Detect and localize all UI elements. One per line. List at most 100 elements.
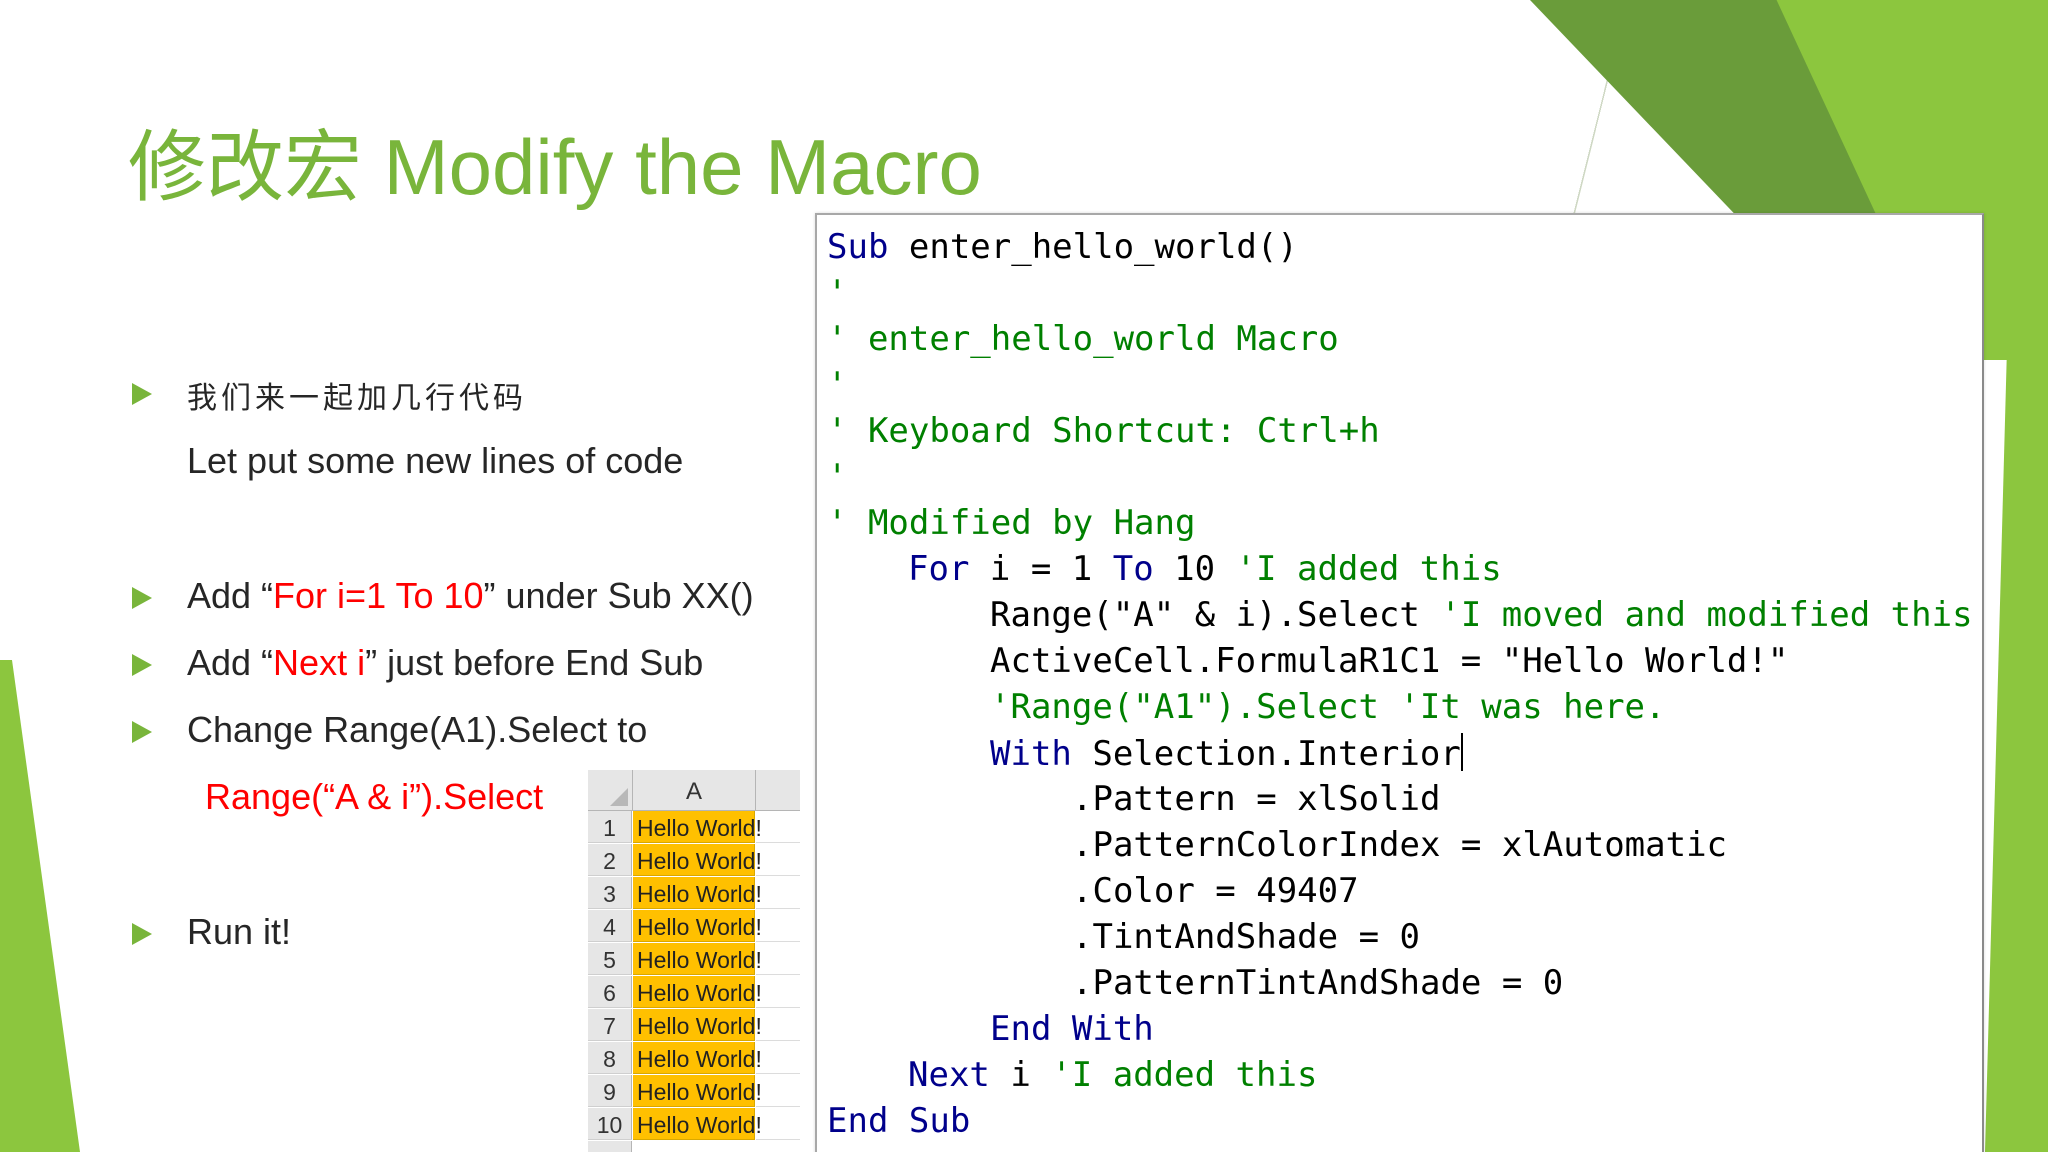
column-header-a[interactable]: A xyxy=(633,770,756,811)
corner-triangle-icon xyxy=(610,788,628,806)
code-keyword: Next xyxy=(908,1055,990,1095)
sheet-cell[interactable]: Hello World! xyxy=(633,844,762,876)
code-line-20: End Sub xyxy=(827,1101,971,1141)
code-line-5: ' Keyboard Shortcut: Ctrl+h xyxy=(827,411,1380,451)
code-line-7: ' Modified by Hang xyxy=(827,503,1196,543)
row-number[interactable]: 1 xyxy=(588,811,632,843)
code-line-6: ' xyxy=(827,457,848,497)
code-text: 10 xyxy=(1153,549,1236,589)
sheet-cell-empty[interactable] xyxy=(756,877,800,909)
code-line-11: 'Range("A1").Select 'It was here. xyxy=(990,687,1666,727)
code-line-9: Range("A" & i).Select 'I moved and modif… xyxy=(990,595,1973,635)
sheet-cell-empty[interactable] xyxy=(756,943,800,975)
select-all-corner[interactable] xyxy=(588,770,633,811)
bullet-4-highlight: Range(“A & i”).Select xyxy=(205,776,544,817)
code-line-4: ' xyxy=(827,365,848,405)
sheet-cell-empty[interactable] xyxy=(756,976,800,1008)
code-line-1: Sub enter_hello_world() xyxy=(827,227,1298,267)
code-line-19: Next i 'I added this xyxy=(908,1055,1317,1095)
row-number[interactable]: 4 xyxy=(588,910,632,942)
sheet-cell[interactable]: Hello World! xyxy=(633,877,762,909)
bullet-2-prefix: Add “ xyxy=(187,575,274,616)
row-number[interactable]: 10 xyxy=(588,1108,632,1140)
sheet-cell-empty[interactable] xyxy=(756,910,800,942)
bullet-1-chinese: 我们来一起加几行代码 xyxy=(187,381,527,416)
bullet-3-suffix: ” just before End Sub xyxy=(365,642,704,683)
code-text: enter_hello_world() xyxy=(888,227,1298,267)
sheet-row: 5 Hello World! xyxy=(588,943,800,975)
code-line-14: .PatternColorIndex = xlAutomatic xyxy=(1072,825,1728,865)
code-line-12: With Selection.Interior xyxy=(990,733,1463,774)
decorative-wedge-left xyxy=(0,660,80,1152)
slide-title: 修改宏 Modify the Macro xyxy=(128,123,982,211)
bullet-1-english: Let put some new lines of code xyxy=(187,440,684,481)
bullet-3: Add “Next i” just before End Sub xyxy=(187,642,703,684)
bullet-arrow-icon xyxy=(132,721,152,743)
sheet-cell[interactable]: Hello World! xyxy=(633,1108,762,1140)
sheet-row: 1 Hello World! xyxy=(588,811,800,843)
sheet-cell[interactable]: Hello World! xyxy=(633,1042,762,1074)
sheet-row: 3 Hello World! xyxy=(588,877,800,909)
code-line-13: .Pattern = xlSolid xyxy=(1072,779,1441,819)
sheet-row: 4 Hello World! xyxy=(588,910,800,942)
bullet-4: Change Range(A1).Select to xyxy=(187,709,648,750)
code-line-15: .Color = 49407 xyxy=(1072,871,1359,911)
code-text: Selection.Interior xyxy=(1071,734,1461,774)
sheet-row-partial xyxy=(588,1141,800,1152)
sheet-cell-empty[interactable] xyxy=(756,844,800,876)
sheet-cell[interactable]: Hello World! xyxy=(633,976,762,1008)
row-number[interactable] xyxy=(588,1141,632,1152)
code-line-8: For i = 1 To 10 'I added this xyxy=(908,549,1502,589)
code-comment: 'I added this xyxy=(1235,549,1502,589)
code-line-2: ' xyxy=(827,273,848,313)
bullet-5: Run it! xyxy=(187,911,292,952)
spreadsheet-snippet: A 1 Hello World! 2 Hello World! 3 Hello World… xyxy=(588,770,800,1152)
bullet-3-prefix: Add “ xyxy=(187,642,274,683)
slide: 修改宏 Modify the Macro 我们来一起加几行代码 Let put … xyxy=(0,0,2048,1152)
sheet-cell-empty[interactable] xyxy=(756,811,800,843)
code-line-18: End With xyxy=(990,1009,1154,1049)
row-number[interactable]: 2 xyxy=(588,844,632,876)
sheet-cell[interactable]: Hello World! xyxy=(633,811,762,843)
bullet-arrow-icon xyxy=(132,923,152,945)
code-keyword: To xyxy=(1112,549,1154,589)
row-number[interactable]: 6 xyxy=(588,976,632,1008)
code-text: Range("A" & i).Select xyxy=(990,595,1441,635)
code-line-10: ActiveCell.FormulaR1C1 = "Hello World!" xyxy=(990,641,1789,681)
code-text: i xyxy=(989,1055,1052,1095)
bullet-arrow-icon xyxy=(132,654,152,676)
code-keyword: Sub xyxy=(827,227,889,267)
code-line-17: .PatternTintAndShade = 0 xyxy=(1072,963,1564,1003)
bullet-arrow-icon xyxy=(132,383,152,405)
row-number[interactable]: 9 xyxy=(588,1075,632,1107)
row-number[interactable]: 5 xyxy=(588,943,632,975)
sheet-cell[interactable]: Hello World! xyxy=(633,1009,762,1041)
code-comment: 'I moved and modified this xyxy=(1440,595,1973,635)
column-header-next[interactable] xyxy=(756,770,800,811)
sheet-cell-empty[interactable] xyxy=(756,1042,800,1074)
bullet-2-suffix: ” under Sub XX() xyxy=(483,575,754,616)
sheet-cell[interactable]: Hello World! xyxy=(633,1075,762,1107)
code-line-3: ' enter_hello_world Macro xyxy=(827,319,1339,359)
text-cursor xyxy=(1460,733,1463,771)
vba-code-panel: Sub enter_hello_world() ' ' enter_hello_… xyxy=(815,213,1984,1152)
row-number[interactable]: 3 xyxy=(588,877,632,909)
code-line-16: .TintAndShade = 0 xyxy=(1072,917,1420,957)
sheet-row: 8 Hello World! xyxy=(588,1042,800,1074)
sheet-row: 6 Hello World! xyxy=(588,976,800,1008)
sheet-cell-empty[interactable] xyxy=(756,1108,800,1140)
bullet-3-highlight: Next i xyxy=(273,642,366,683)
bullet-2-highlight: For i=1 To 10 xyxy=(273,575,484,616)
sheet-cell-empty[interactable] xyxy=(756,1075,800,1107)
sheet-cell[interactable]: Hello World! xyxy=(633,910,762,942)
sheet-cell-empty[interactable] xyxy=(756,1009,800,1041)
sheet-cell[interactable]: Hello World! xyxy=(633,943,762,975)
sheet-row: 10 Hello World! xyxy=(588,1108,800,1140)
sheet-row: 9 Hello World! xyxy=(588,1075,800,1107)
code-text: i = 1 xyxy=(969,549,1113,589)
row-number[interactable]: 7 xyxy=(588,1009,632,1041)
bullet-arrow-icon xyxy=(132,587,152,609)
sheet-row: 2 Hello World! xyxy=(588,844,800,876)
code-comment: 'I added this xyxy=(1051,1055,1318,1095)
row-number[interactable]: 8 xyxy=(588,1042,632,1074)
